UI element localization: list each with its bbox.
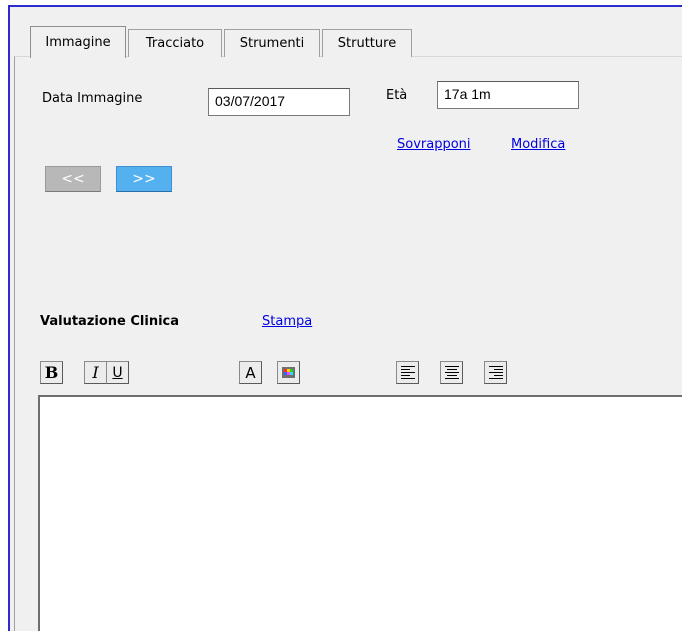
age-label: Età: [386, 88, 408, 103]
image-date-label: Data Immagine: [42, 91, 143, 106]
clinical-evaluation-title: Valutazione Clinica: [40, 314, 180, 329]
tab-strutture[interactable]: Strutture: [322, 29, 412, 57]
underline-button[interactable]: U: [106, 361, 129, 384]
tab-tracciato[interactable]: Tracciato: [128, 29, 222, 57]
age-field[interactable]: 17a 1m: [437, 81, 579, 109]
underline-icon: U: [112, 364, 123, 381]
next-image-button[interactable]: >>: [116, 166, 172, 192]
color-palette-icon: [282, 367, 295, 378]
print-link[interactable]: Stampa: [262, 314, 312, 329]
bold-button[interactable]: B: [40, 361, 63, 384]
bold-icon: B: [44, 362, 59, 382]
image-date-field[interactable]: 03/07/2017: [208, 88, 350, 116]
align-left-icon: [400, 364, 415, 381]
tab-immagine[interactable]: Immagine: [30, 26, 126, 58]
tab-strumenti[interactable]: Strumenti: [224, 29, 320, 57]
edit-link[interactable]: Modifica: [511, 137, 565, 152]
align-right-icon: [488, 364, 503, 381]
italic-button[interactable]: I: [84, 361, 107, 384]
align-right-button[interactable]: [484, 361, 507, 384]
background-color-button[interactable]: [277, 361, 300, 384]
font-color-icon: A: [245, 363, 256, 382]
overlay-link[interactable]: Sovrapponi: [397, 137, 471, 152]
align-left-button[interactable]: [396, 361, 419, 384]
font-color-button[interactable]: A: [239, 361, 262, 384]
previous-image-button[interactable]: <<: [45, 166, 101, 192]
clinical-evaluation-editor[interactable]: [38, 395, 682, 631]
align-center-icon: [444, 364, 459, 381]
align-center-button[interactable]: [440, 361, 463, 384]
italic-icon: I: [92, 362, 99, 382]
